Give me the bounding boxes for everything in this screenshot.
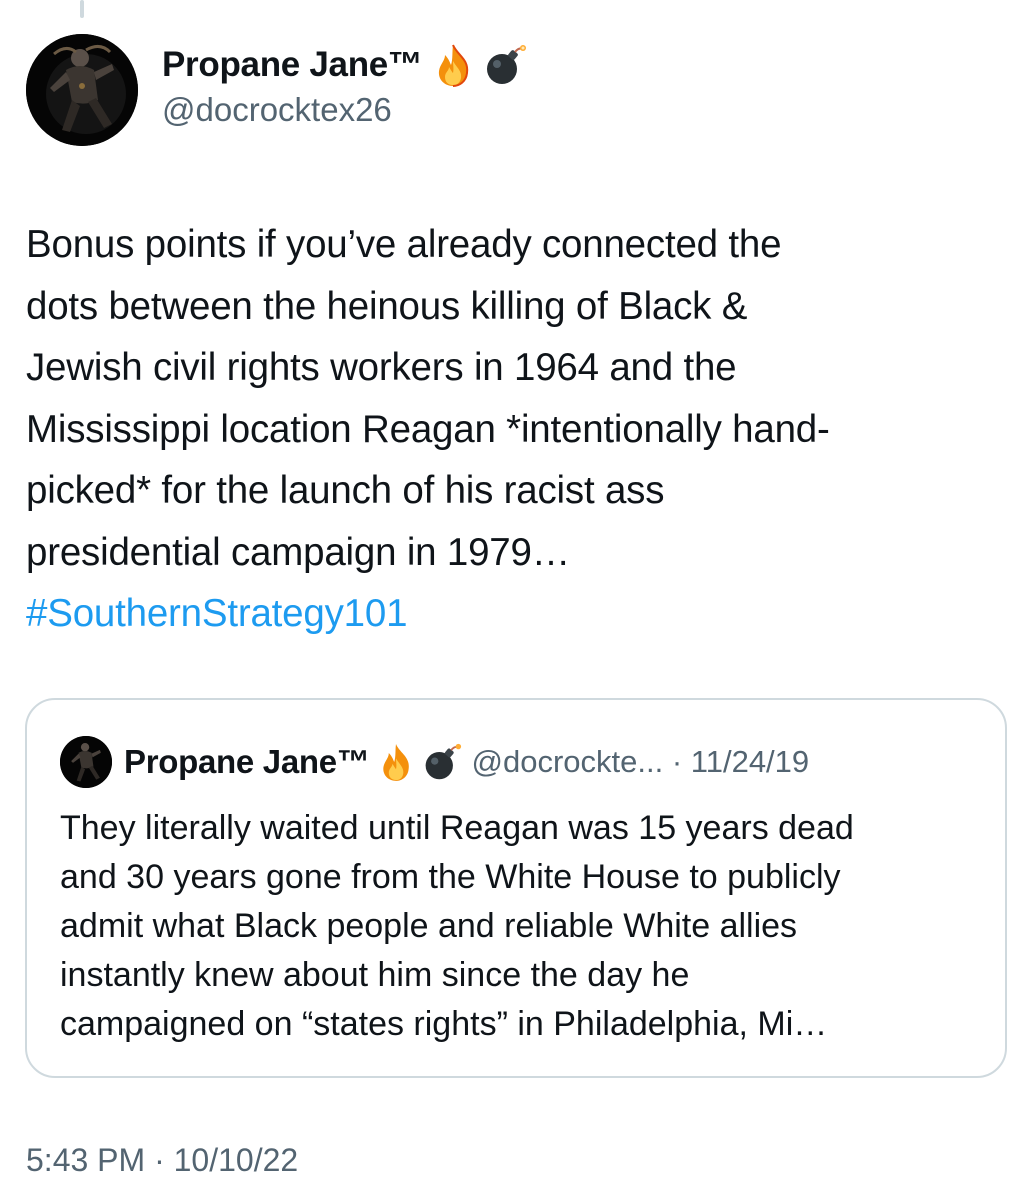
hashtag-link[interactable]: #SouthernStrategy101 [26, 583, 1006, 645]
quoted-tweet-text: They literally waited until Reagan was 1… [60, 804, 990, 1049]
bomb-emoji-icon [483, 43, 527, 87]
tweet-text-line: picked* for the launch of his racist ass [26, 469, 665, 512]
quoted-text-line: They literally waited until Reagan was 1… [60, 809, 854, 847]
tweet-text-line: Mississippi location Reagan *intentional… [26, 407, 830, 451]
tweet-text-line: presidential campaign in 1979… [26, 530, 571, 574]
avatar-figure-icon [26, 34, 138, 146]
tweet-author: Propane Jane™ @docrocktex26 [26, 34, 527, 146]
quoted-tweet-header: Propane Jane™ @docrockte... · 11/24/19 [60, 736, 809, 788]
fire-emoji-icon [433, 43, 473, 87]
author-handle[interactable]: @docrocktex26 [162, 91, 527, 129]
fire-emoji-icon [378, 742, 414, 782]
tweet-text-line: Jewish civil rights workers in 1964 and … [26, 346, 737, 389]
quoted-handle-date: @docrockte... · 11/24/19 [471, 744, 810, 779]
quoted-text-line: admit what Black people and reliable Whi… [60, 907, 798, 945]
tweet-text-line: dots between the heinous killing of Blac… [26, 284, 748, 328]
quoted-avatar-figure-icon [60, 736, 112, 788]
quoted-text-line: and 30 years gone from the White House t… [60, 858, 841, 896]
tweet-text-line: Bonus points if you’ve already connected… [26, 223, 782, 266]
quoted-avatar [60, 736, 112, 788]
quoted-text-line: instantly knew about him since the day h… [60, 956, 690, 994]
quoted-author-name: Propane Jane™ [124, 743, 370, 780]
thread-connector-line [80, 0, 84, 18]
quoted-text-line: campaigned on “states rights” in Philade… [60, 1005, 828, 1043]
author-display-name[interactable]: Propane Jane™ [162, 45, 423, 85]
quoted-tweet-card[interactable]: Propane Jane™ @docrockte... · 11/24/19 T… [25, 698, 1007, 1078]
avatar[interactable] [26, 34, 138, 146]
bomb-emoji-icon [422, 742, 462, 782]
tweet-text: Bonus points if you’ve already connected… [26, 214, 1006, 645]
tweet-timestamp[interactable]: 5:43 PM · 10/10/22 [26, 1142, 298, 1179]
